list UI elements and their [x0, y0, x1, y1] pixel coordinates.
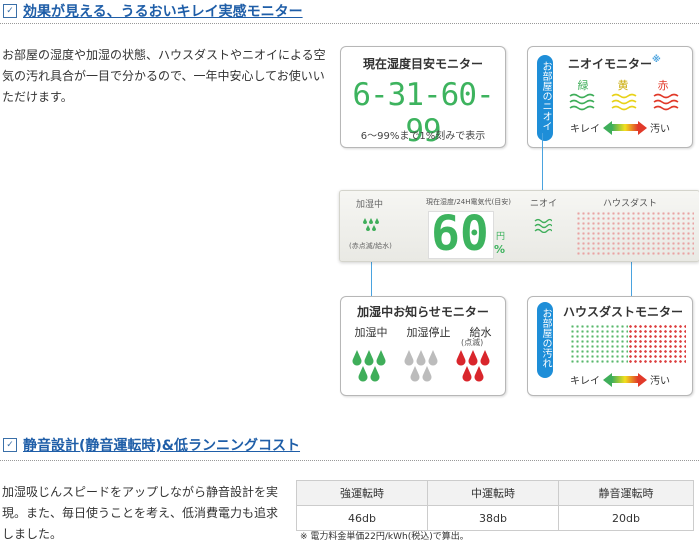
- gradient-bar: [612, 376, 638, 383]
- section-header-quiet: ✓ 静音設計(静音運転時)&低ランニングコスト: [0, 434, 300, 456]
- card-title: 現在湿度目安モニター: [362, 57, 483, 71]
- state-humidifying: 加湿中: [354, 326, 388, 339]
- dirty-label: 汚い: [650, 376, 670, 387]
- clean-label: キレイ: [570, 124, 600, 135]
- control-panel: 加湿中 (赤点滅/給水) 現在湿度/24H電気代(目安) 60 円 % ニオイ …: [339, 190, 699, 262]
- wave-icon: [569, 93, 679, 111]
- odor-pill: お部屋のニオイ: [537, 55, 553, 141]
- state-stopped: 加湿停止: [406, 326, 451, 339]
- percent-unit: %: [494, 243, 506, 256]
- section-header-monitor: ✓ 効果が見える、うるおいキレイ実感モニター: [0, 0, 303, 22]
- arrow-icon: [603, 372, 612, 387]
- humidity-monitor-card: 現在湿度目安モニター 6-31-60-99 6〜99%まで1%刻みで表示: [340, 46, 506, 149]
- humidify-monitor-card: 加湿中お知らせモニター 加湿中 加湿停止 給水 (点滅): [340, 296, 506, 396]
- arrow-icon: [638, 120, 647, 135]
- humidify-sub: (赤点滅/給水): [349, 242, 392, 250]
- dot-pattern-icon: [570, 324, 686, 364]
- connector-line: [542, 133, 543, 190]
- dust-label: ハウスダスト: [603, 199, 658, 209]
- drop-icon: [352, 350, 490, 382]
- section-title: 効果が見える、うるおいキレイ実感モニター: [23, 4, 303, 20]
- dot-pattern-icon: [576, 211, 694, 255]
- table-header-cell: 中運転時: [427, 480, 559, 506]
- table-note: ※ 電力料金単価22円/kWh(税込)で算出。: [300, 532, 469, 542]
- note-mark: ※: [652, 55, 661, 65]
- divider: [0, 23, 699, 24]
- drop-icon: [363, 218, 379, 231]
- table-header-row: 強運転時 中運転時 静音運転時: [296, 480, 694, 506]
- arrow-icon: [638, 372, 647, 387]
- arrow-icon: [603, 120, 612, 135]
- table-header-cell: 静音運転時: [558, 480, 694, 506]
- check-icon: ✓: [3, 438, 17, 452]
- table-row: 46db 38db 20db: [296, 505, 694, 531]
- humidity-note: 6〜99%まで1%刻みで表示: [360, 131, 486, 142]
- connector-line: [631, 258, 632, 296]
- main-display: 60: [428, 206, 494, 262]
- table-cell: 20db: [558, 505, 694, 531]
- pill-text: お部屋のニオイ: [540, 61, 551, 131]
- pill-text: お部屋の汚れ: [540, 308, 551, 368]
- wave-icon: [534, 218, 552, 233]
- section-title: 静音設計(静音運転時)&低ランニングコスト: [23, 438, 301, 454]
- dirty-label: 汚い: [650, 124, 670, 135]
- display-unit-tag: (目安): [491, 198, 511, 206]
- card-title: 加湿中お知らせモニター: [357, 305, 489, 319]
- display-label-text: 現在湿度/24H電気代: [426, 198, 492, 206]
- clean-label: キレイ: [570, 376, 600, 387]
- table-cell: 38db: [427, 505, 559, 531]
- section-description: お部屋の湿度や加湿の状態、ハウスダストやニオイによる空気の汚れ具合が一目で分かる…: [2, 48, 326, 104]
- clean-dirty-scale: キレイ 汚い: [570, 120, 670, 135]
- card-title-text: ニオイモニター: [568, 57, 653, 71]
- section-description: 加湿吸じんスピードをアップしながら静音設計を実現。また、毎日使うことを考え、低消…: [2, 485, 279, 541]
- yen-unit: 円: [496, 232, 506, 242]
- humidify-label: 加湿中: [356, 200, 384, 210]
- table-cell: 46db: [296, 505, 428, 531]
- dust-pill: お部屋の汚れ: [537, 302, 553, 378]
- state-refill-sub: (点滅): [461, 338, 484, 347]
- divider: [0, 460, 699, 461]
- check-icon: ✓: [3, 4, 17, 18]
- odor-label: ニオイ: [530, 199, 558, 209]
- table-header-cell: 強運転時: [296, 480, 428, 506]
- card-title: ハウスダストモニター: [563, 305, 684, 319]
- gradient-bar: [612, 124, 638, 131]
- card-title: ニオイモニター※: [568, 55, 661, 72]
- noise-spec-table: 強運転時 中運転時 静音運転時 46db 38db 20db: [296, 480, 694, 531]
- clean-dirty-scale: キレイ 汚い: [570, 372, 670, 387]
- display-value: 60: [431, 206, 489, 262]
